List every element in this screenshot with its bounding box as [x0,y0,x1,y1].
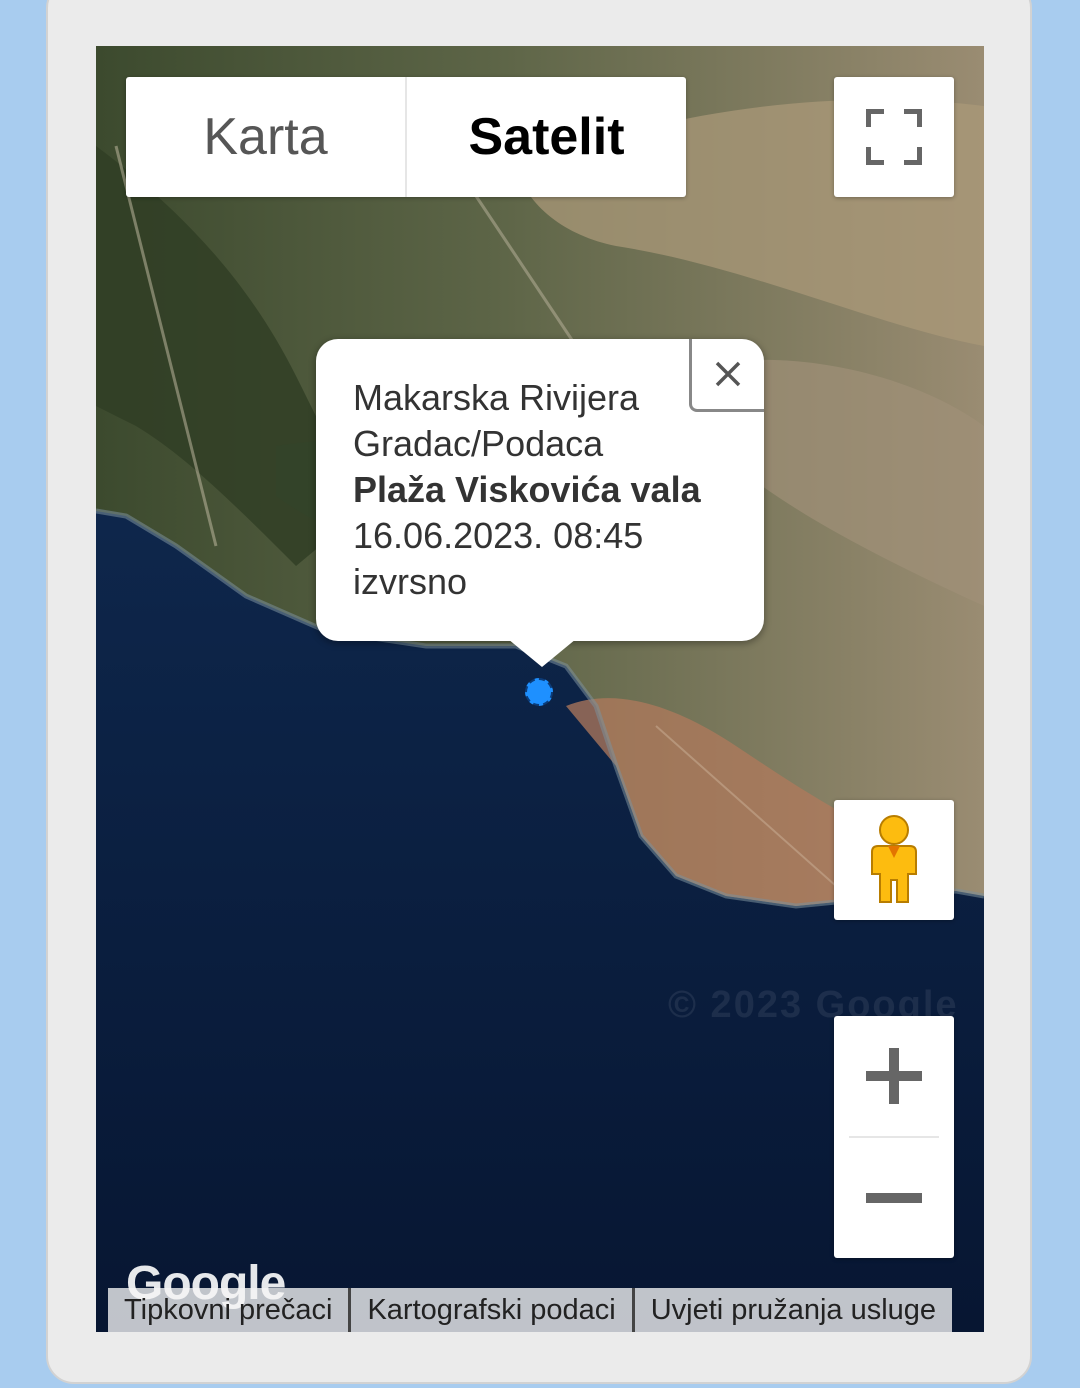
map-data-link[interactable]: Kartografski podaci [351,1288,631,1332]
terms-link[interactable]: Uvjeti pružanja usluge [635,1288,952,1332]
info-close-button[interactable] [689,339,764,412]
fullscreen-button[interactable] [834,77,954,197]
zoom-in-button[interactable] [834,1016,954,1136]
minus-icon [866,1193,922,1203]
zoom-out-button[interactable] [834,1138,954,1258]
map-type-control: Karta Satelit [126,77,686,197]
map-type-karta-button[interactable]: Karta [126,77,405,197]
street-view-pegman-button[interactable] [834,800,954,920]
info-window-tail [508,639,576,667]
map-watermark: © 2023 Google [668,984,959,1026]
info-window: Makarska Rivijera Gradac/Podaca Plaža Vi… [316,339,764,667]
location-marker[interactable] [525,678,553,706]
info-location: Gradac/Podaca [353,423,604,464]
plus-icon [866,1048,922,1104]
pegman-icon [871,815,917,903]
info-beach-name: Plaža Viskovića vala [353,469,701,510]
zoom-control [834,1016,954,1258]
info-region: Makarska Rivijera [353,377,640,418]
info-datetime: 16.06.2023. 08:45 [353,515,644,556]
satellite-map[interactable]: Karta Satelit Makarska Rivijera Gradac/P… [96,46,984,1332]
info-quality: izvrsno [353,561,468,602]
map-footer: Tipkovni prečaci Kartografski podaci Uvj… [108,1288,953,1332]
fullscreen-icon [866,109,922,165]
map-type-satelit-button[interactable]: Satelit [407,77,686,197]
keyboard-shortcuts-link[interactable]: Tipkovni prečaci [108,1288,348,1332]
close-icon [715,361,741,387]
